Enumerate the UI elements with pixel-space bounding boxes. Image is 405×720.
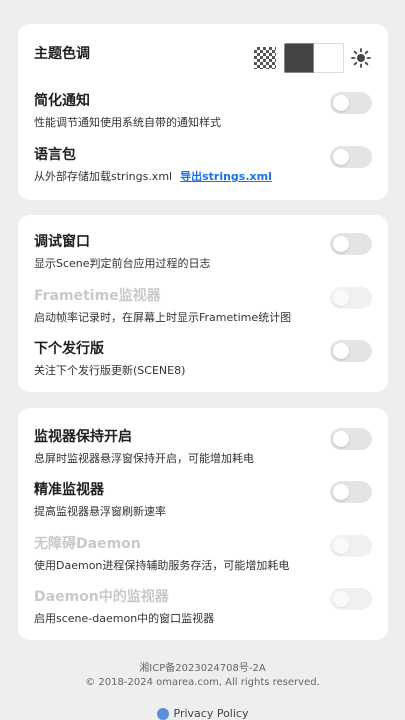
setting-title: 语言包	[34, 147, 76, 163]
setting-frametime-monitor: Frametime监视器 启动帧率记录时，在屏幕上时显示Frametime统计图	[34, 287, 372, 325]
theme-row: 主题色调	[34, 43, 372, 73]
debug-window-toggle[interactable]	[330, 233, 372, 255]
setting-next-release[interactable]: 下个发行版 关注下个发行版更新(SCENE8)	[34, 340, 372, 378]
toggle-knob	[333, 95, 349, 111]
light-swatch[interactable]	[314, 43, 344, 73]
setting-desc: 提高监视器悬浮窗刷新速率	[34, 505, 166, 518]
setting-title: 简化通知	[34, 93, 90, 109]
setting-debug-window[interactable]: 调试窗口 显示Scene判定前台应用过程的日志	[34, 233, 372, 271]
card-debug: 调试窗口 显示Scene判定前台应用过程的日志 Frametime监视器 启动帧…	[18, 215, 388, 392]
setting-title: Daemon中的监视器	[34, 589, 169, 605]
setting-desc: 使用Daemon进程保持辅助服务存活，可能增加耗电	[34, 559, 290, 572]
toggle-knob	[333, 236, 349, 252]
next-release-toggle[interactable]	[330, 340, 372, 362]
theme-swatches	[254, 43, 372, 73]
export-strings-link[interactable]: 导出strings.xml	[180, 170, 272, 183]
setting-desc: 性能调节通知使用系统自带的通知样式	[34, 116, 221, 129]
globe-icon	[156, 707, 169, 720]
daemon-monitor-toggle	[330, 588, 372, 610]
toggle-knob	[333, 343, 349, 359]
monitor-keep-on-toggle[interactable]	[330, 428, 372, 450]
setting-desc: 从外部存储加载strings.xml 导出strings.xml	[34, 170, 372, 184]
simplified-notification-toggle[interactable]	[330, 92, 372, 114]
sun-icon[interactable]	[350, 47, 372, 69]
setting-desc: 启用scene-daemon中的窗口监视器	[34, 612, 215, 625]
setting-accessibility-daemon: 无障碍Daemon 使用Daemon进程保持辅助服务存活，可能增加耗电	[34, 535, 372, 573]
toggle-knob	[333, 484, 349, 500]
setting-title: 下个发行版	[34, 341, 104, 357]
toggle-knob	[333, 591, 349, 607]
setting-desc: 显示Scene判定前台应用过程的日志	[34, 257, 211, 270]
dark-swatch[interactable]	[284, 43, 314, 73]
setting-precise-monitor[interactable]: 精准监视器 提高监视器悬浮窗刷新速率	[34, 481, 372, 519]
setting-desc: 息屏时监视器悬浮窗保持开启，可能增加耗电	[34, 452, 254, 465]
card-monitor: 监视器保持开启 息屏时监视器悬浮窗保持开启，可能增加耗电 精准监视器 提高监视器…	[18, 408, 388, 640]
setting-daemon-monitor: Daemon中的监视器 启用scene-daemon中的窗口监视器	[34, 588, 372, 626]
language-pack-desc: 从外部存储加载strings.xml	[34, 170, 173, 183]
privacy-policy-link[interactable]: Privacy Policy	[0, 707, 405, 720]
setting-language-pack[interactable]: 语言包 从外部存储加载strings.xml 导出strings.xml	[34, 146, 372, 184]
toggle-knob	[333, 290, 349, 306]
icp-number: 湘ICP备2023024708号-2A	[139, 663, 266, 674]
setting-title: 调试窗口	[34, 234, 90, 250]
setting-simplified-notification[interactable]: 简化通知 性能调节通知使用系统自带的通知样式	[34, 92, 372, 130]
setting-title: 无障碍Daemon	[34, 536, 141, 552]
privacy-policy-label: Privacy Policy	[173, 707, 249, 720]
accessibility-daemon-toggle	[330, 535, 372, 557]
frametime-monitor-toggle	[330, 287, 372, 309]
precise-monitor-toggle[interactable]	[330, 481, 372, 503]
toggle-knob	[333, 149, 349, 165]
setting-monitor-keep-on[interactable]: 监视器保持开启 息屏时监视器悬浮窗保持开启，可能增加耗电	[34, 428, 372, 466]
setting-title: Frametime监视器	[34, 288, 161, 304]
setting-desc: 关注下个发行版更新(SCENE8)	[34, 364, 186, 377]
setting-title: 精准监视器	[34, 482, 104, 498]
toggle-knob	[333, 538, 349, 554]
toggle-knob	[333, 431, 349, 447]
copyright: © 2018-2024 omarea.com, All rights reser…	[85, 677, 320, 688]
checker-swatch[interactable]	[254, 47, 276, 69]
card-appearance: 主题色调 简化通知 性能调节通知使用系统自带的通知样式 语言包 从外部存储加载s…	[18, 24, 388, 200]
setting-title: 监视器保持开启	[34, 429, 132, 445]
language-pack-toggle[interactable]	[330, 146, 372, 168]
setting-desc: 启动帧率记录时，在屏幕上时显示Frametime统计图	[34, 311, 292, 324]
